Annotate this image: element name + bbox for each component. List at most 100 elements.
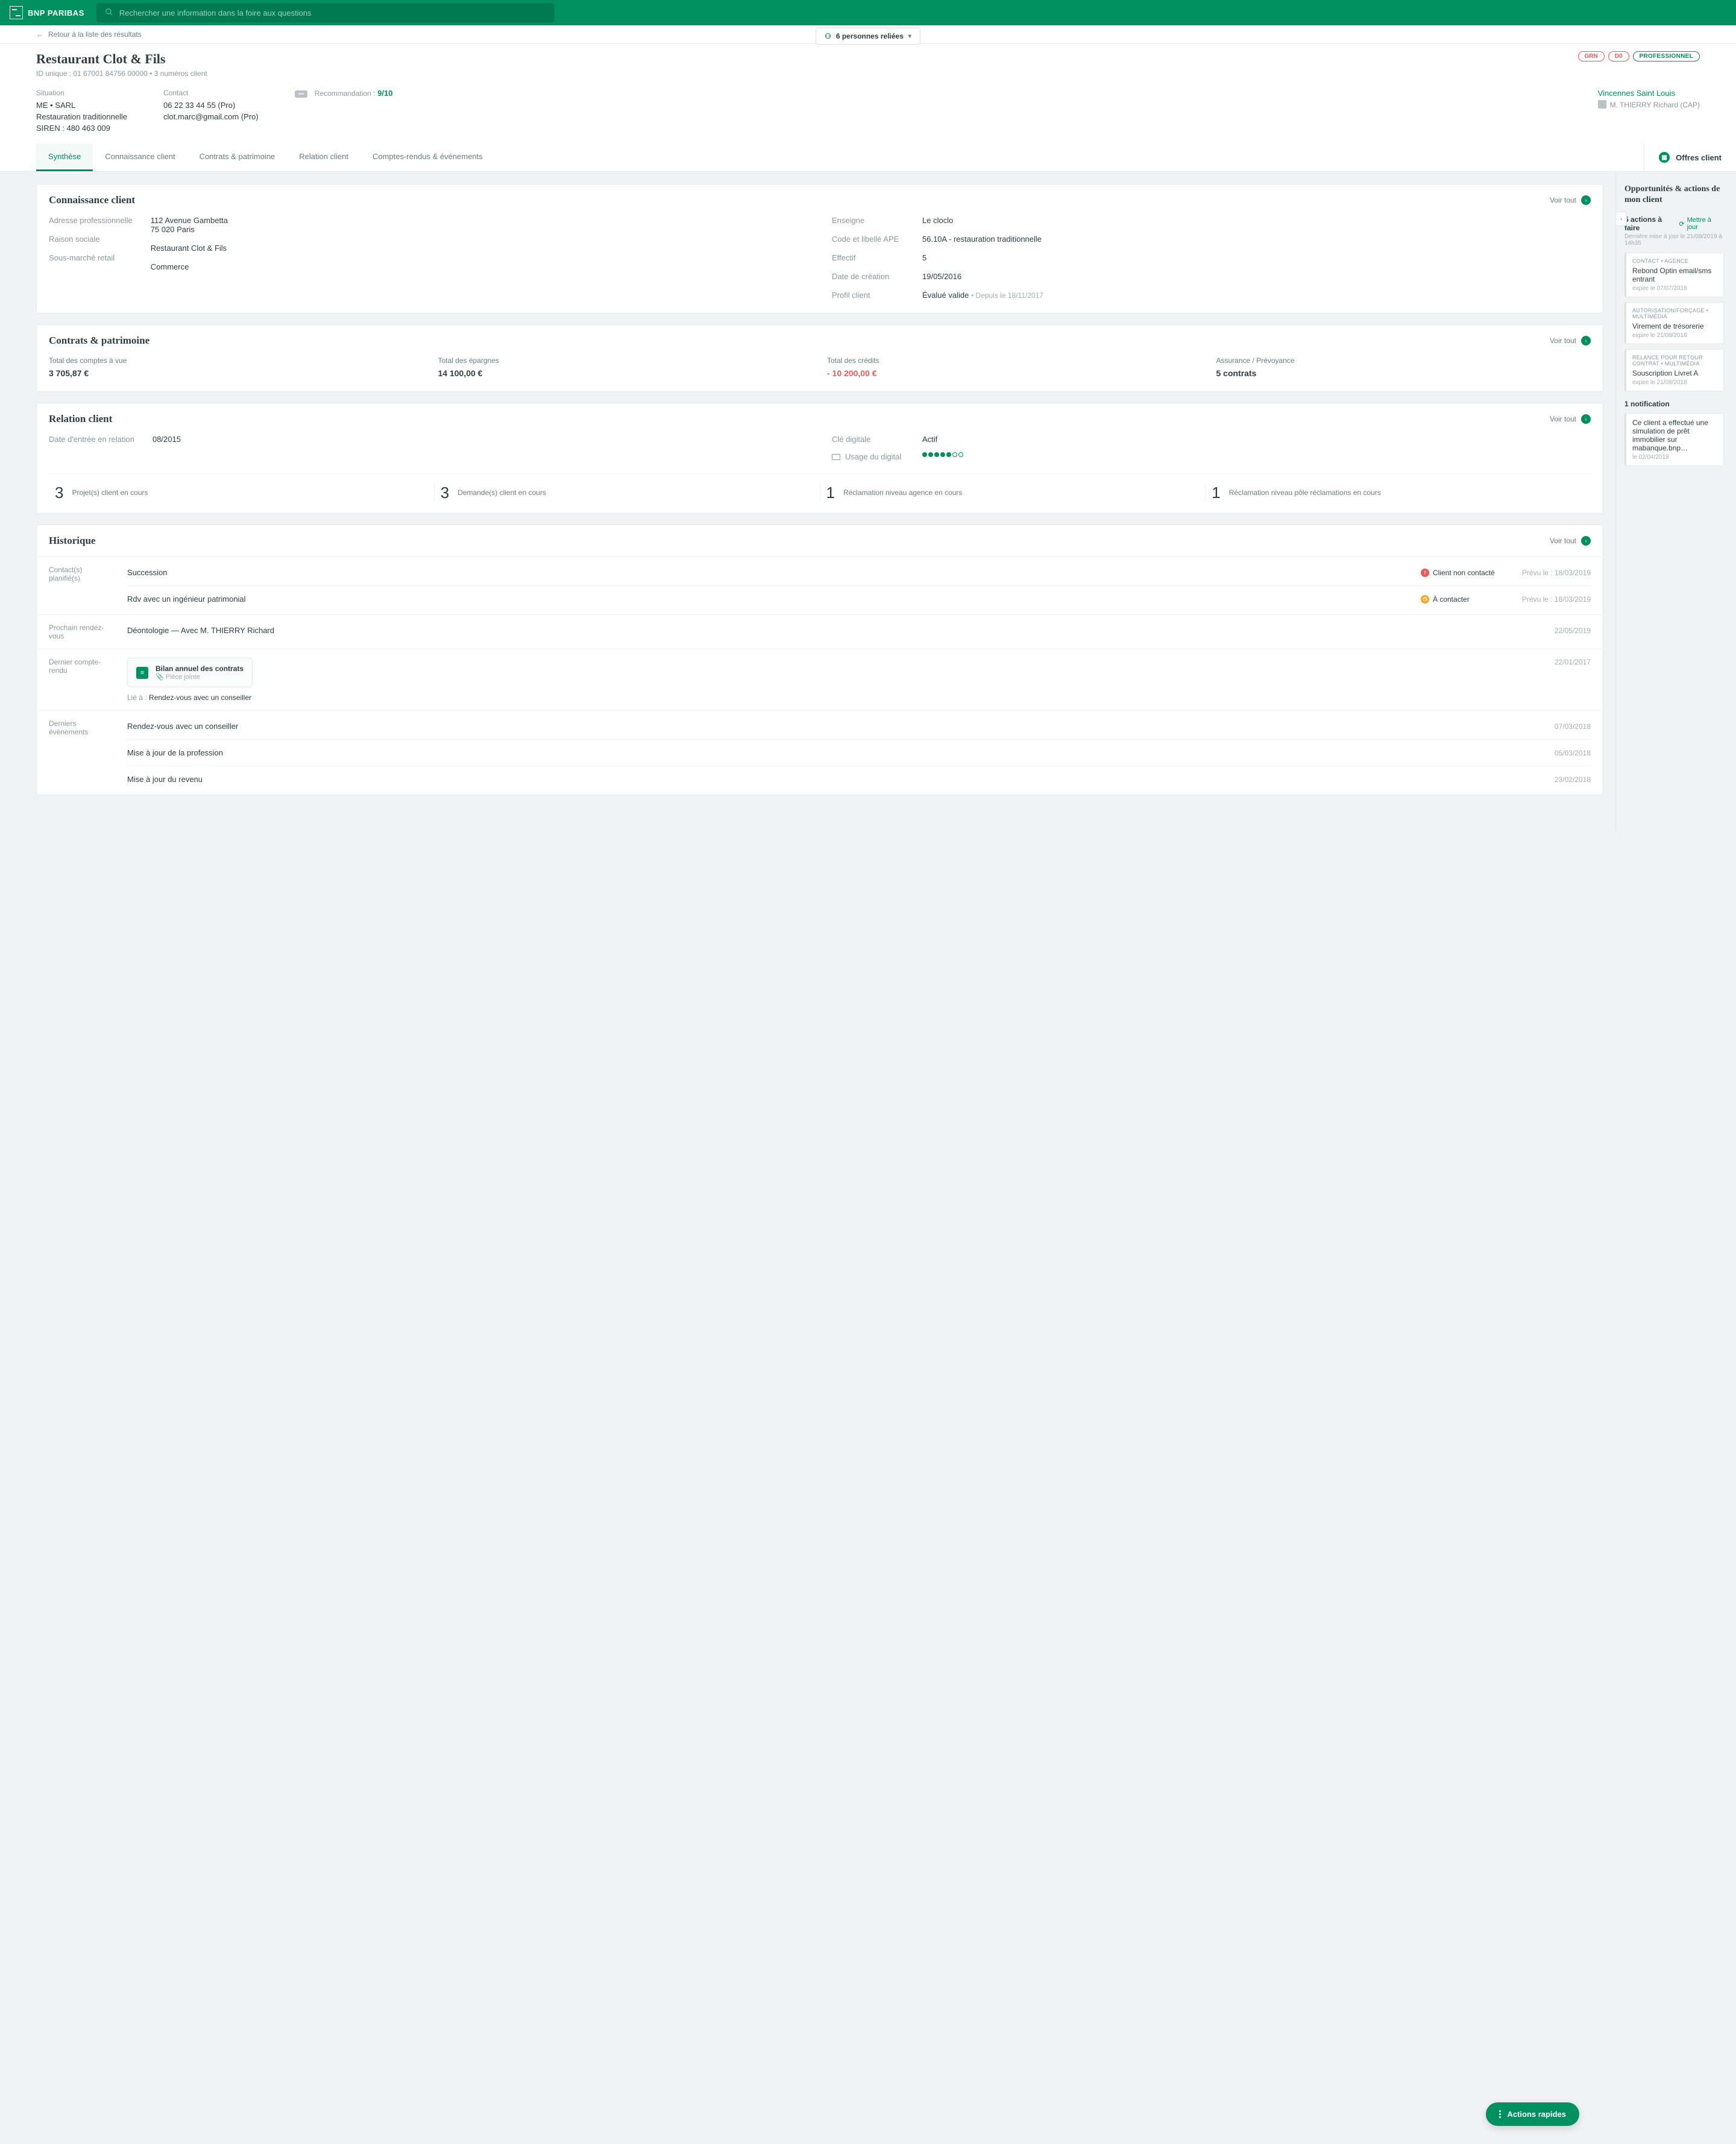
kc-label: Profil client <box>832 291 904 300</box>
rc-num: 3 <box>441 484 449 502</box>
action-card[interactable]: RELANCE POUR RETOUR CONTRAT • MULTIMÉDIA… <box>1624 349 1724 391</box>
tab-contrats[interactable]: Contrats & patrimoine <box>187 143 288 171</box>
linked-persons-dropdown[interactable]: ⚇ 6 personnes reliées ▾ <box>816 28 920 45</box>
search-box[interactable] <box>96 3 555 22</box>
offers-icon: ▦ <box>1659 152 1670 163</box>
clock-icon: ◷ <box>1421 595 1429 604</box>
cp-item: Assurance / Prévoyance5 contrats <box>1216 356 1591 378</box>
action-category: AUTORISATION/FORÇAGE • MULTIMÉDIA <box>1632 307 1717 320</box>
kc-see-all[interactable]: Voir tout › <box>1550 195 1591 205</box>
back-link[interactable]: ← Retour à la liste des résultats <box>36 30 142 39</box>
cp-item: Total des épargnes14 100,00 € <box>438 356 813 378</box>
usage-dot <box>922 452 927 457</box>
badge-professionnel: PROFESSIONNEL <box>1633 51 1700 61</box>
kc-value: 19/05/2016 <box>922 272 1043 281</box>
search-input[interactable] <box>119 8 546 17</box>
rc-value: 08/2015 <box>153 435 181 444</box>
hist-label: Derniers évènements <box>49 719 115 736</box>
hist-title: Historique <box>49 535 95 547</box>
rc-see-all[interactable]: Voir tout › <box>1550 414 1591 424</box>
usage-dot <box>934 452 939 457</box>
hist-contact-item: Rdv avec un ingénieur patrimonial ◷À con… <box>127 585 1591 606</box>
update-link[interactable]: ⟳ Mettre à jour <box>1679 216 1724 231</box>
badge-d0: D0 <box>1608 51 1629 61</box>
notif-title: Ce client a effectué une simulation de p… <box>1632 418 1717 452</box>
action-card[interactable]: AUTORISATION/FORÇAGE • MULTIMÉDIA Viremen… <box>1624 302 1724 344</box>
usage-dot <box>958 452 963 457</box>
last-update: Dernière mise à jour le 21/08/2019 à 14h… <box>1624 233 1724 247</box>
see-all-label: Voir tout <box>1550 336 1576 345</box>
agency-col: Vincennes Saint Louis M. THIERRY Richard… <box>1598 89 1700 133</box>
hist-date: 22/05/2019 <box>1512 626 1591 635</box>
logo[interactable]: BNP PARIBAS <box>10 6 84 19</box>
rc-label: Usage du digital <box>845 452 901 461</box>
quick-actions-button[interactable]: Actions rapides <box>1486 2102 1579 2126</box>
hist-main: Mise à jour du revenu <box>127 775 1505 784</box>
notification-card[interactable]: Ce client a effectué une simulation de p… <box>1624 413 1724 466</box>
phone-value: 06 22 33 44 55 (Pro) <box>163 101 259 110</box>
actions-count: 5 actions à faire <box>1624 215 1679 232</box>
hist-see-all[interactable]: Voir tout › <box>1550 536 1591 546</box>
chat-icon: ••• <box>295 90 307 98</box>
usage-dot <box>940 452 945 457</box>
reco-value: 9/10 <box>377 89 392 98</box>
side-panel: › Opportunités & actions de mon client 5… <box>1615 172 1736 831</box>
cp-item: Total des crédits - 10 200,00 € <box>827 356 1202 378</box>
update-label: Mettre à jour <box>1687 216 1724 231</box>
chevron-down-icon: ▾ <box>908 33 911 40</box>
hist-date: 22/01/2017 <box>1512 658 1591 693</box>
tab-synthese[interactable]: Synthèse <box>36 143 93 171</box>
hist-event-item: Mise à jour de la profession05/03/2018 <box>127 739 1591 760</box>
tab-offres[interactable]: ▦ Offres client <box>1644 143 1736 171</box>
rc-value: Actif <box>922 435 963 444</box>
client-id: ID unique : 01 67001 84756 00000 • 3 num… <box>36 69 207 78</box>
reco-label: Recommandation : <box>315 89 376 98</box>
cp-title: Contrats & patrimoine <box>49 335 149 347</box>
fab-label: Actions rapides <box>1507 2110 1566 2119</box>
attach-title: Bilan annuel des contrats <box>156 664 244 673</box>
notif-date: le 02/04/2018 <box>1632 454 1717 461</box>
siren-value: SIREN : 480 463 009 <box>36 124 127 133</box>
panel-toggle[interactable]: › <box>1616 212 1627 226</box>
usage-dots <box>922 452 963 457</box>
kc-value: Commerce <box>151 262 228 271</box>
kc-value: 5 <box>922 253 1043 262</box>
cp-see-all[interactable]: Voir tout › <box>1550 336 1591 345</box>
cp-label: Total des crédits <box>827 356 1202 365</box>
action-card[interactable]: CONTACT • AGENCE Rebond Optin email/sms e… <box>1624 253 1724 297</box>
action-title: Rebond Optin email/sms entrant <box>1632 266 1717 283</box>
rc-stat: 1Réclamation niveau pôle réclamations en… <box>1206 484 1591 502</box>
card-contrats: Contrats & patrimoine Voir tout › Total … <box>36 324 1603 392</box>
action-category: CONTACT • AGENCE <box>1632 258 1717 264</box>
hist-event-item: Mise à jour du revenu23/02/2018 <box>127 766 1591 786</box>
agency-value: Vincennes Saint Louis <box>1598 89 1700 98</box>
back-label: Retour à la liste des résultats <box>48 30 142 39</box>
kc-value: 112 Avenue Gambetta 75 020 Paris <box>151 216 228 234</box>
attachment-card[interactable]: ≡ Bilan annuel des contrats 📎 Pièce join… <box>127 658 253 687</box>
cp-value: 3 705,87 € <box>49 368 424 378</box>
tab-comptes-rendus[interactable]: Comptes-rendus & événements <box>360 143 495 171</box>
person-icon <box>1598 100 1606 109</box>
see-all-label: Voir tout <box>1550 196 1576 204</box>
cp-value: - 10 200,00 € <box>827 368 1202 378</box>
cp-value: 14 100,00 € <box>438 368 813 378</box>
action-expiry: expire le 21/08/2018 <box>1632 379 1717 386</box>
refresh-icon: ⟳ <box>1679 220 1684 228</box>
hist-label: Contact(s) planifié(s) <box>49 566 115 582</box>
tab-connaissance[interactable]: Connaissance client <box>93 143 187 171</box>
chevron-right-icon: › <box>1581 195 1591 205</box>
hist-contact-item: Succession !Client non contacté Prévu le… <box>127 566 1591 579</box>
action-title: Virement de trésorerie <box>1632 322 1717 330</box>
tab-relation[interactable]: Relation client <box>287 143 360 171</box>
chevron-right-icon: › <box>1581 536 1591 546</box>
rc-label: Clé digitale <box>832 435 904 444</box>
rc-num: 1 <box>826 484 835 502</box>
hist-main: Déontologie — Avec M. THIERRY Richard <box>127 626 1505 635</box>
action-expiry: expire le 07/07/2018 <box>1632 285 1717 292</box>
card-connaissance: Connaissance client Voir tout › Adresse … <box>36 184 1603 314</box>
attach-sub: 📎 Pièce jointe <box>156 673 244 681</box>
rc-stat: 1Réclamation niveau agence en cours <box>820 484 1206 502</box>
badge-grn: GRN <box>1578 51 1605 61</box>
kc-label: Effectif <box>832 253 904 262</box>
usage-dot <box>928 452 933 457</box>
